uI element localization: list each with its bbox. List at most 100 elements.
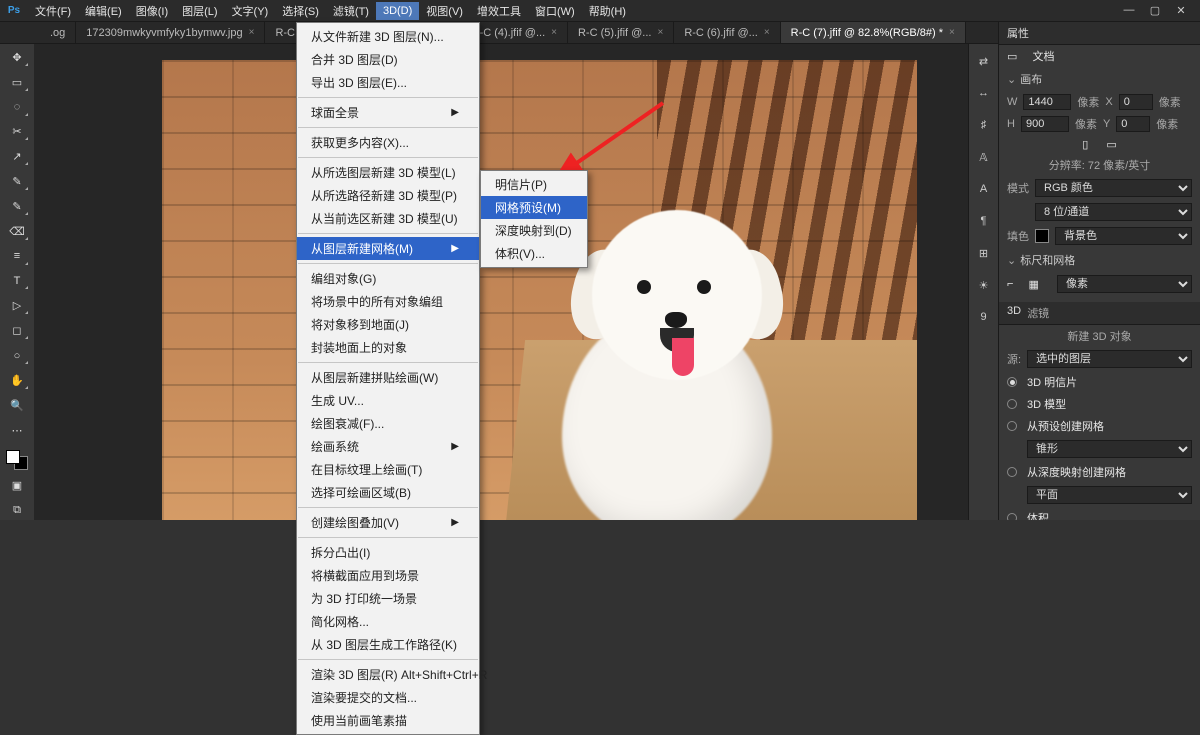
y-input[interactable] (1116, 116, 1150, 132)
radio-postcard[interactable] (1007, 377, 1017, 387)
doc-tab-active[interactable]: R-C (7).jfif @ 82.8%(RGB/8#) *× (781, 22, 966, 44)
hand-tool[interactable]: ✋ (5, 371, 29, 390)
menu-item[interactable]: 选择可绘画区域(B) (297, 481, 479, 504)
doc-tab[interactable]: .og (40, 22, 76, 44)
properties-tab[interactable]: 属性 (999, 22, 1200, 45)
radio-depth-mesh[interactable] (1007, 467, 1017, 477)
radio-volume[interactable] (1007, 513, 1017, 520)
menu-item[interactable]: 导出 3D 图层(E)... (297, 71, 479, 94)
menu-item[interactable]: 从所选图层新建 3D 模型(L) (297, 161, 479, 184)
menu-item[interactable]: 将横截面应用到场景 (297, 564, 479, 587)
ruler-section-label[interactable]: 标尺和网格 (1020, 255, 1075, 267)
fill-swatch[interactable] (1035, 229, 1049, 243)
color-icon[interactable]: ☀ (974, 276, 994, 294)
close-icon[interactable]: × (551, 22, 557, 44)
nine-icon[interactable]: 9 (974, 308, 994, 326)
menu-item[interactable]: 将场景中的所有对象编组 (297, 290, 479, 313)
menu-item[interactable]: 简化网格... (297, 610, 479, 633)
move-tool[interactable]: ✥ (5, 48, 29, 67)
menu-help[interactable]: 帮助(H) (582, 0, 633, 22)
crop-tool[interactable]: ✂ (5, 123, 29, 142)
orient-landscape-icon[interactable]: ▭ (1106, 138, 1116, 151)
menu-item[interactable]: 球面全景▶ (297, 101, 479, 124)
menu-item[interactable]: 从 3D 图层生成工作路径(K) (297, 633, 479, 656)
ruler-unit-select[interactable]: 像素 (1057, 275, 1192, 293)
brush-tool[interactable]: ✎ (5, 172, 29, 191)
menu-item[interactable]: 绘画系统▶ (297, 435, 479, 458)
menu-window[interactable]: 窗口(W) (528, 0, 582, 22)
menu-view[interactable]: 视图(V) (419, 0, 470, 22)
paragraph-icon[interactable]: ¶ (974, 212, 994, 230)
menu-item[interactable]: 将对象移到地面(J) (297, 313, 479, 336)
more-tools[interactable]: ⋯ (5, 421, 29, 440)
grid-icon[interactable]: ▦ (1029, 278, 1039, 291)
submenu-item[interactable]: 深度映射到(D) (481, 219, 587, 242)
preset-mesh-select[interactable]: 锥形 (1027, 440, 1192, 458)
history-icon[interactable]: ⇄ (974, 52, 994, 70)
menu-item[interactable]: 渲染要提交的文档... (297, 686, 479, 709)
menu-item[interactable]: 从图层新建拼贴绘画(W) (297, 366, 479, 389)
menu-select[interactable]: 选择(S) (275, 0, 326, 22)
doc-tab[interactable]: R-C (6).jfif @...× (674, 22, 780, 44)
radio-preset-mesh[interactable] (1007, 421, 1017, 431)
menu-item[interactable]: 创建绘图叠加(V)▶ (297, 511, 479, 534)
doc-tab[interactable]: R-C (5).jfif @...× (568, 22, 674, 44)
menu-layer[interactable]: 图层(L) (175, 0, 224, 22)
lasso-tool[interactable]: ◌ (5, 98, 29, 117)
pencil-tool[interactable]: ✎ (5, 197, 29, 216)
close-icon[interactable]: × (949, 22, 955, 44)
menu-type[interactable]: 文字(Y) (225, 0, 276, 22)
menu-image[interactable]: 图像(I) (129, 0, 175, 22)
menu-item[interactable]: 生成 UV... (297, 389, 479, 412)
menu-item[interactable]: 拆分凸出(I) (297, 541, 479, 564)
ellipse-tool[interactable]: ○ (5, 346, 29, 365)
eyedropper-tool[interactable]: ↗ (5, 147, 29, 166)
character-icon[interactable]: 𝔸 (974, 148, 994, 166)
gradient-tool[interactable]: ≡ (5, 247, 29, 266)
adjust-icon[interactable]: ♯ (974, 116, 994, 134)
panel-3d-alt-tab[interactable]: 滤镜 (1027, 305, 1049, 321)
menu-item[interactable]: 从所选路径新建 3D 模型(P) (297, 184, 479, 207)
menu-item[interactable]: 从当前选区新建 3D 模型(U) (297, 207, 479, 230)
menu-3d[interactable]: 3D(D) (376, 2, 419, 20)
height-input[interactable] (1021, 116, 1069, 132)
zoom-tool[interactable]: 🔍 (5, 396, 29, 415)
orient-portrait-icon[interactable]: ▯ (1082, 138, 1088, 151)
menu-item[interactable]: 使用当前画笔素描 (297, 709, 479, 732)
close-button[interactable]: ✕ (1174, 4, 1188, 17)
source-select[interactable]: 选中的图层 (1027, 350, 1192, 368)
depth-select[interactable]: 8 位/通道 (1035, 203, 1192, 221)
menu-item[interactable]: 在目标纹理上绘画(T) (297, 458, 479, 481)
glyphs-icon[interactable]: A (974, 180, 994, 198)
submenu-item[interactable]: 网格预设(M) (481, 196, 587, 219)
x-input[interactable] (1119, 94, 1153, 110)
close-icon[interactable]: × (249, 22, 255, 44)
canvas-section-label[interactable]: 画布 (1020, 74, 1042, 86)
quickmask-tool[interactable]: ▣ (5, 476, 29, 495)
color-swatch[interactable] (6, 450, 28, 471)
doc-tab[interactable]: 172309mwkyvmfyky1bymwv.jpg× (76, 22, 265, 44)
menu-item[interactable]: 合并 3D 图层(D) (297, 48, 479, 71)
menu-file[interactable]: 文件(F) (28, 0, 78, 22)
close-icon[interactable]: × (657, 22, 663, 44)
menu-edit[interactable]: 编辑(E) (78, 0, 129, 22)
minimize-button[interactable]: — (1122, 4, 1136, 17)
menu-item[interactable]: 编组对象(G) (297, 267, 479, 290)
screenmode-tool[interactable]: ⧉ (5, 501, 29, 520)
swatches-icon[interactable]: ↔ (974, 84, 994, 102)
maximize-button[interactable]: ▢ (1148, 4, 1162, 17)
path-tool[interactable]: ▷ (5, 296, 29, 315)
depth-mesh-select[interactable]: 平面 (1027, 486, 1192, 504)
panel-3d-tab[interactable]: 3D (1007, 305, 1021, 321)
rect-tool[interactable]: ◻ (5, 321, 29, 340)
width-input[interactable] (1023, 94, 1071, 110)
mode-select[interactable]: RGB 颜色 (1035, 179, 1192, 197)
libraries-icon[interactable]: ⊞ (974, 244, 994, 262)
radio-model[interactable] (1007, 399, 1017, 409)
menu-plugin[interactable]: 增效工具 (470, 0, 528, 22)
menu-item[interactable]: 从图层新建网格(M)▶ (297, 237, 479, 260)
menu-item[interactable]: 绘图衰减(F)... (297, 412, 479, 435)
submenu-item[interactable]: 明信片(P) (481, 173, 587, 196)
menu-item[interactable]: 渲染 3D 图层(R) Alt+Shift+Ctrl+R (297, 663, 479, 686)
ruler-icon[interactable]: ⌐ (1007, 278, 1013, 290)
